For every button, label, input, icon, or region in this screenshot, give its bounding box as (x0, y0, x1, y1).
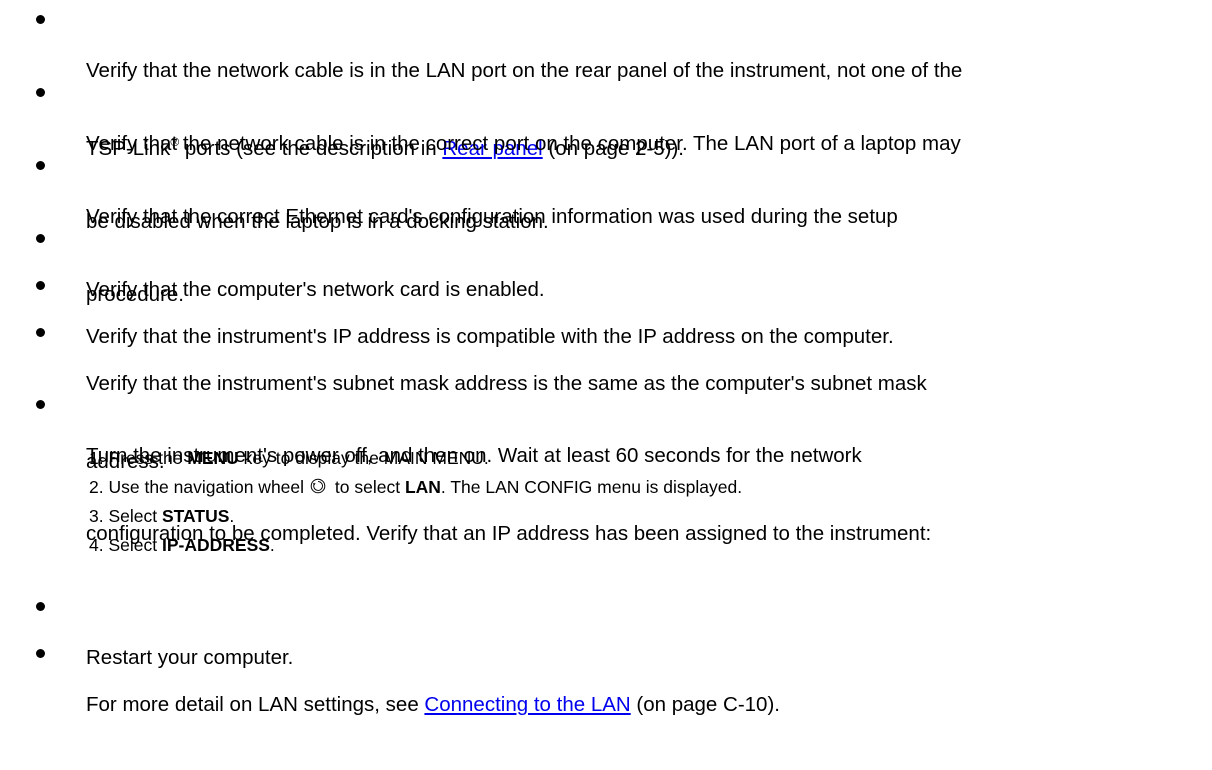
step-text: . (229, 506, 235, 526)
bullet-icon (36, 15, 45, 24)
step-item: 4. Select IP-ADDRESS. (89, 534, 275, 556)
bullet-icon (36, 649, 45, 658)
step-text: Select (108, 506, 162, 526)
step-text: . The LAN CONFIG menu is displayed. (440, 477, 743, 497)
bullet-icon (36, 161, 45, 170)
list-item-text: For more detail on LAN settings, see Con… (86, 640, 1196, 770)
step-text: Use the navigation wheel (108, 477, 305, 497)
step-item: 3. Select STATUS. (89, 505, 234, 527)
bullet-icon (36, 234, 45, 243)
bullet-icon (36, 328, 45, 337)
key-name: MENU (187, 448, 239, 468)
step-number: 2. (89, 477, 104, 497)
step-number: 4. (89, 535, 104, 555)
bullet-icon (36, 281, 45, 290)
bullet-icon (36, 400, 45, 409)
menu-name: STATUS (161, 506, 230, 526)
menu-name: IP-ADDRESS (161, 535, 270, 555)
text-segment: For more detail on LAN settings, see (86, 693, 425, 716)
list-item-line: For more detail on LAN settings, see Con… (86, 692, 1196, 718)
bullet-icon (36, 602, 45, 611)
navigation-wheel-icon (310, 477, 326, 494)
step-text: Select (108, 535, 162, 555)
text-segment: (on page C-10). (630, 693, 780, 716)
step-text: Press the (108, 448, 188, 468)
step-number: 1. (89, 448, 104, 468)
step-text: . (269, 535, 275, 555)
step-item: 2. Use the navigation wheel to select LA… (89, 476, 742, 498)
step-item: 1. Press the MENU key to display the MAI… (89, 447, 489, 469)
step-text: key to display the MAIN MENU. (238, 448, 489, 468)
step-number: 3. (89, 506, 104, 526)
connecting-to-lan-link[interactable]: Connecting to the LAN (424, 693, 630, 716)
menu-name: LAN (404, 477, 441, 497)
bullet-icon (36, 88, 45, 97)
step-text: to select (330, 477, 405, 497)
